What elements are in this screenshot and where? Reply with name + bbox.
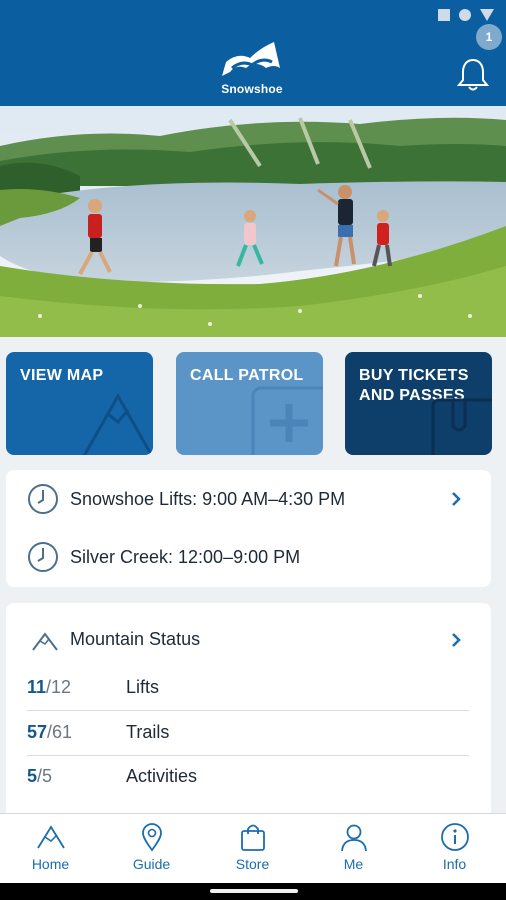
- view-map-label: VIEW MAP: [20, 367, 104, 384]
- mountain-status-card[interactable]: Mountain Status 11/12 Lifts 57/61 Trails…: [6, 603, 491, 813]
- tab-guide-label: Guide: [132, 856, 171, 872]
- hours-text: Silver Creek: 12:00–9:00 PM: [70, 546, 301, 567]
- hours-card: Snowshoe Lifts: 9:00 AM–4:30 PM Silver C…: [6, 470, 491, 587]
- system-status-bar: [0, 0, 506, 30]
- tab-info-label: Info: [442, 856, 467, 872]
- person-icon: [341, 824, 367, 852]
- tab-store-label: Store: [235, 856, 270, 872]
- clock-icon: [28, 542, 58, 572]
- circle-icon: [459, 9, 471, 21]
- tab-store[interactable]: Store: [202, 814, 303, 884]
- hero-photo: [0, 106, 506, 337]
- hours-row-snowshoe[interactable]: Snowshoe Lifts: 9:00 AM–4:30 PM: [6, 474, 491, 524]
- mountain-logo-icon: [222, 42, 280, 76]
- bell-icon[interactable]: [456, 56, 490, 92]
- first-aid-plus-icon: [251, 386, 323, 455]
- tab-me[interactable]: Me: [303, 814, 404, 884]
- trails-count: 57/61: [27, 722, 73, 742]
- lifts-label: Lifts: [126, 677, 160, 697]
- mountain-home-icon: [37, 825, 65, 849]
- activities-label: Activities: [126, 766, 198, 786]
- snowshoe-logo[interactable]: Snowshoe: [216, 38, 288, 98]
- clock-icon: [28, 484, 58, 514]
- system-navigation-bar: [0, 883, 506, 900]
- trails-label: Trails: [126, 722, 170, 742]
- mountain-icon: [82, 392, 153, 455]
- brand-name: Snowshoe: [221, 82, 283, 96]
- triangle-icon: [480, 9, 494, 21]
- status-row-activities: 5/5 Activities: [27, 756, 469, 800]
- system-status-icons: [438, 9, 494, 21]
- lifts-count: 11/12: [27, 677, 72, 697]
- tab-home-label: Home: [31, 856, 70, 872]
- activities-count: 5/5: [27, 766, 53, 786]
- notification-badge: 1: [476, 24, 502, 50]
- square-icon: [438, 9, 450, 21]
- app-header: Snowshoe: [0, 30, 506, 106]
- hours-row-silver-creek: Silver Creek: 12:00–9:00 PM: [6, 532, 491, 582]
- buy-tickets-tile[interactable]: BUY TICKETS AND PASSES: [345, 352, 492, 455]
- status-row-lifts: 11/12 Lifts: [27, 667, 469, 711]
- info-icon: [441, 823, 469, 851]
- call-patrol-tile[interactable]: CALL PATROL: [176, 352, 323, 455]
- tab-guide[interactable]: Guide: [101, 814, 202, 884]
- call-patrol-label: CALL PATROL: [190, 367, 304, 384]
- chevron-right-icon: [452, 633, 461, 647]
- map-pin-icon: [142, 823, 162, 852]
- home-gesture-handle[interactable]: [210, 889, 298, 893]
- buy-tickets-label: BUY TICKETS AND PASSES: [359, 367, 469, 404]
- mountain-peak-icon: [32, 632, 58, 651]
- chevron-right-icon: [452, 492, 461, 506]
- shopping-bag-icon: [241, 824, 265, 851]
- tab-info[interactable]: Info: [404, 814, 505, 884]
- status-row-trails: 57/61 Trails: [27, 712, 469, 756]
- view-map-tile[interactable]: VIEW MAP: [6, 352, 153, 455]
- bottom-tab-bar: Home Guide Store Me Info: [0, 813, 506, 883]
- hero-landscape-image: [0, 106, 506, 337]
- tab-me-label: Me: [343, 856, 364, 872]
- hours-text: Snowshoe Lifts: 9:00 AM–4:30 PM: [70, 488, 346, 509]
- mountain-status-title: Mountain Status: [70, 629, 201, 649]
- tab-home[interactable]: Home: [0, 814, 101, 884]
